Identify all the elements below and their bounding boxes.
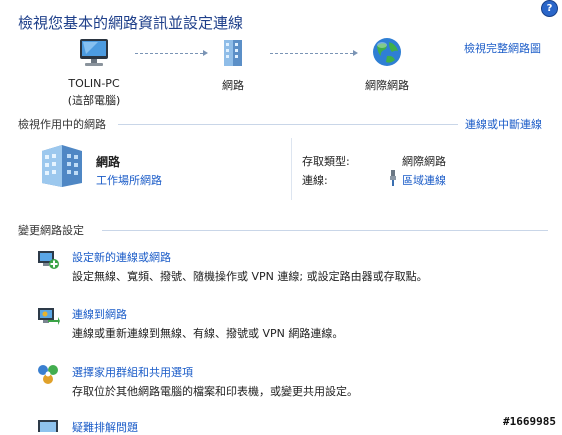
section-divider [102, 230, 548, 231]
connections-label: 連線: [302, 174, 328, 187]
local-connection-link[interactable]: 區域連線 [402, 172, 446, 188]
task-connect-network-link[interactable]: 連線到網路 [72, 306, 127, 322]
connector-line [135, 53, 203, 55]
task-homegroup-link[interactable]: 選擇家用群組和共用選項 [72, 364, 193, 380]
troubleshoot-icon [38, 420, 58, 432]
node-label-internet: 網際網路 [365, 79, 409, 92]
active-networks-heading: 檢視作用中的網路 [18, 118, 106, 131]
connector-arrow [203, 50, 208, 56]
task-troubleshoot-link[interactable]: 疑難排解問題 [72, 419, 138, 435]
computer-icon [80, 39, 108, 66]
connector-arrow [353, 50, 358, 56]
section-divider [118, 124, 458, 125]
help-icon[interactable]: ? [541, 0, 558, 17]
ethernet-plug-icon [390, 170, 396, 186]
access-type-label: 存取類型: [302, 155, 350, 168]
connect-disconnect-link[interactable]: 連線或中斷連線 [465, 116, 542, 132]
node-label-network: 網路 [222, 79, 244, 92]
network-type-link[interactable]: 工作場所網路 [96, 172, 162, 188]
task-connect-network-desc: 連線或重新連線到無線、有線、撥號或 VPN 網路連線。 [72, 327, 344, 340]
network-building-icon [224, 40, 242, 66]
connect-network-icon [38, 308, 60, 325]
node-sublabel-computer: (這部電腦) [67, 94, 121, 107]
network-map: 檢視完整網路圖 TOLIN-PC (這部電腦) 網路 網際網路 [0, 30, 562, 110]
internet-globe-icon [373, 38, 401, 66]
task-homegroup-desc: 存取位於其他網路電腦的檔案和印表機，或變更共用設定。 [72, 385, 358, 398]
access-type-value: 網際網路 [402, 155, 446, 168]
watermark-text: #1669985 [503, 415, 556, 428]
connector-line [270, 53, 353, 55]
task-setup-connection-desc: 設定無線、寬頻、撥號、隨機操作或 VPN 連線; 或設定路由器或存取點。 [72, 270, 428, 283]
view-full-map-link[interactable]: 檢視完整網路圖 [464, 40, 541, 56]
homegroup-icon [38, 365, 58, 384]
active-network-name: 網路 [96, 155, 121, 169]
new-connection-icon [38, 251, 59, 269]
task-setup-connection-link[interactable]: 設定新的連線或網路 [72, 249, 171, 265]
change-settings-heading: 變更網路設定 [18, 224, 84, 237]
network-building-icon [42, 145, 82, 187]
node-label-computer: TOLIN-PC [68, 77, 120, 90]
vertical-divider [291, 138, 292, 200]
